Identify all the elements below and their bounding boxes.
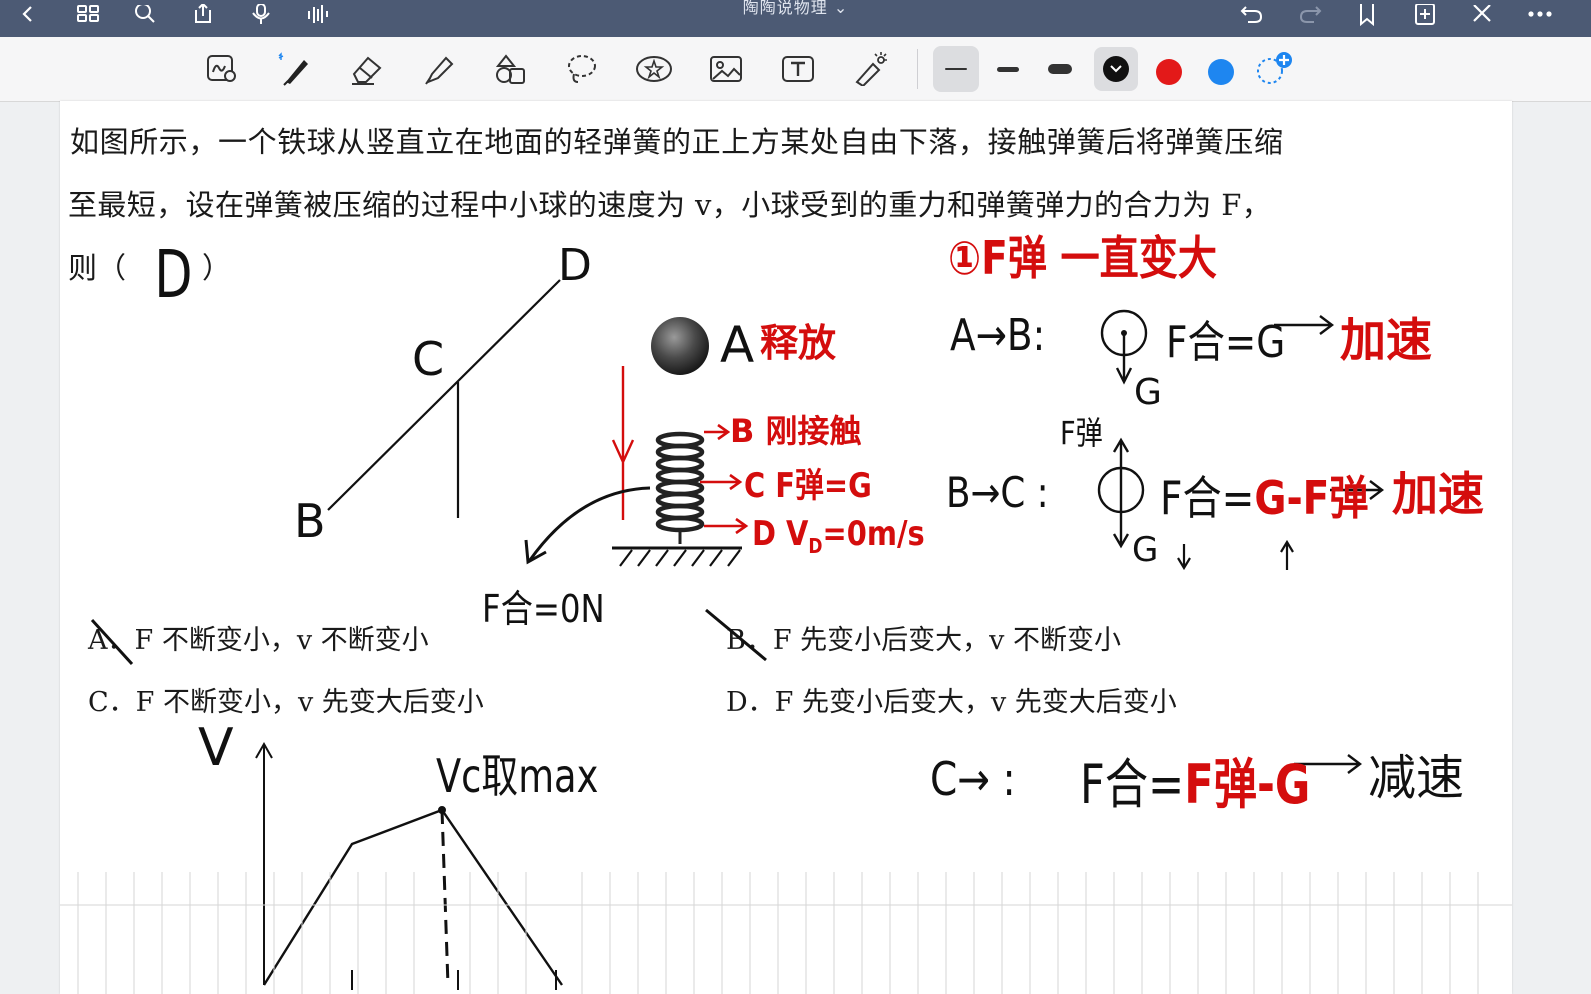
close-icon[interactable] [1462, 0, 1502, 30]
note-c-eq-red: F弹-G [1184, 753, 1311, 816]
note-bc-label: B→C : [946, 468, 1049, 517]
toolbar-divider [917, 49, 918, 89]
bookmark-icon[interactable] [1347, 0, 1387, 30]
option-d: D．F 先变小后变大，v 先变大后变小 [726, 687, 1177, 718]
note-bc-fspring: F弹 [1060, 414, 1103, 452]
note-contact-b: B 刚接触 [730, 412, 862, 450]
note-graph-d: D [558, 240, 592, 291]
note-rule-1-text: F弹 一直变大 [981, 231, 1217, 285]
color-blue-swatch[interactable] [1208, 59, 1234, 85]
image-icon[interactable] [704, 47, 748, 91]
note-bc-result: 加速 [1392, 467, 1484, 521]
sticker-icon[interactable] [632, 47, 676, 91]
note-f-zero: F合=0N [482, 587, 605, 631]
option-a: A．F 不断变小，v 不断变小 [88, 625, 429, 656]
note-ab-result: 加速 [1340, 313, 1432, 367]
option-c: C．F 不断变小，v 先变大后变小 [88, 687, 484, 718]
more-icon[interactable] [1520, 0, 1560, 30]
note-bc-eq-black: F合= [1160, 471, 1255, 525]
drawing-toolbar [0, 37, 1591, 102]
eraser-icon[interactable] [344, 47, 388, 91]
note-bc-eq-red: G-F弹 [1254, 471, 1369, 525]
text-box-icon[interactable] [776, 47, 820, 91]
chevron-down-icon[interactable]: ⌄ [834, 0, 848, 17]
highlighter-icon[interactable] [416, 47, 460, 91]
pen-icon[interactable] [272, 47, 316, 91]
note-vt-peak: Vc取max [436, 749, 599, 803]
note-c-eq: F合=F弹-G [1080, 740, 1310, 819]
shapes-icon[interactable] [488, 47, 532, 91]
handwriting-lasso-icon[interactable] [200, 47, 244, 91]
stroke-medium-button[interactable] [986, 47, 1030, 91]
note-rule-1: ①F弹 一直变大 [948, 222, 1217, 288]
note-bc-g: G [1132, 530, 1159, 570]
stroke-thick-button[interactable] [1038, 47, 1082, 91]
note-bottom-d-label: D V [752, 514, 809, 554]
note-graph-c: C [412, 332, 445, 386]
color-black-swatch[interactable] [1094, 47, 1138, 91]
question-line-3-prefix: 则（ [68, 251, 127, 285]
add-color-icon[interactable] [1252, 47, 1296, 91]
note-c-label: C→ : [930, 752, 1016, 806]
question-line-2: 至最短，设在弹簧被压缩的过程中小球的速度为 v，小球受到的重力和弹簧弹力的合力为… [68, 188, 1272, 222]
note-bottom-d-sub: D [808, 533, 823, 558]
note-c-eq-black: F合= [1080, 753, 1185, 816]
note-bc-eq: F合=G-F弹 [1160, 462, 1369, 528]
laser-pointer-icon[interactable] [848, 47, 892, 91]
lasso-icon[interactable] [560, 47, 604, 91]
note-bottom-d: D VD=0m/s [752, 514, 925, 558]
note-graph-b: B [294, 494, 326, 548]
note-c-result: 减速 [1368, 750, 1465, 806]
note-rule-1-num: ① [948, 231, 982, 285]
redo-icon[interactable] [1290, 0, 1330, 30]
note-bottom-d-val: =0m/s [822, 514, 925, 554]
add-page-icon[interactable] [1405, 0, 1445, 30]
note-answer: D [154, 236, 193, 313]
note-ab-g: G [1134, 372, 1162, 413]
option-b: B．F 先变小后变大，v 不断变小 [726, 625, 1121, 656]
note-ab-label: A→B: [950, 310, 1046, 361]
note-ab-eq: F合=G [1166, 317, 1286, 368]
question-line-3-suffix: ） [202, 251, 232, 285]
top-bar: 陶陶说物理 ⌄ [0, 0, 1591, 37]
stroke-thin-button[interactable] [933, 46, 979, 92]
note-release: 释放 [760, 321, 837, 365]
note-balance-c: C F弹=G [744, 466, 872, 506]
undo-icon[interactable] [1232, 0, 1272, 30]
note-vt-v: V [198, 718, 234, 778]
color-red-swatch[interactable] [1156, 59, 1182, 85]
question-line-1: 如图所示，一个铁球从竖直立在地面的轻弹簧的正上方某处自由下落，接触弹簧后将弹簧压… [70, 125, 1284, 159]
note-ball-a: A [720, 316, 755, 374]
